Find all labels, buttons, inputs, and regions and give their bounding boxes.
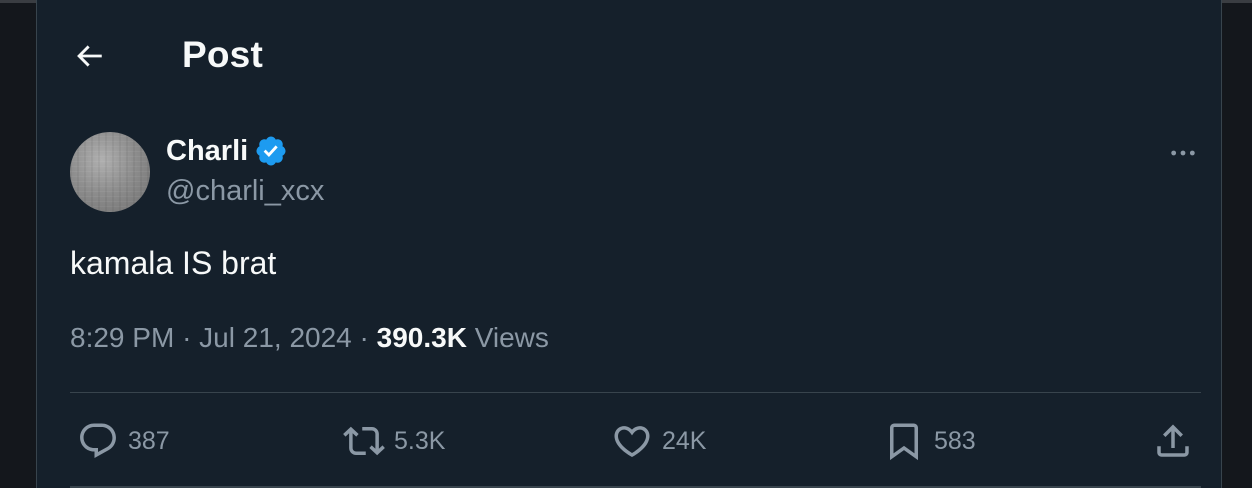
reply-button[interactable]: 387: [77, 414, 170, 468]
author-name[interactable]: Charli: [166, 135, 248, 168]
verified-badge-icon: [256, 136, 286, 166]
bookmark-icon: [890, 423, 918, 461]
views-label: Views: [474, 322, 549, 353]
post-meta: 8:29 PM · Jul 21, 2024 · 390.3K Views: [70, 322, 549, 354]
post-detail-panel: Post Charli @charli_xcx kamala IS brat 8…: [36, 0, 1222, 488]
like-count: 24K: [662, 426, 707, 455]
share-button[interactable]: [1152, 414, 1194, 468]
more-horizontal-icon: [1171, 150, 1195, 156]
divider: [70, 392, 1201, 393]
back-button[interactable]: [69, 36, 109, 76]
repost-button[interactable]: 5.3K: [343, 414, 445, 468]
action-bar: 387 5.3K 24K 583: [77, 414, 1203, 468]
repost-icon: [343, 426, 385, 456]
like-button[interactable]: 24K: [611, 414, 706, 468]
share-icon: [1157, 424, 1189, 457]
meta-separator: ·: [182, 322, 192, 353]
arrow-left-icon: [77, 45, 102, 67]
author-name-row: Charli: [166, 134, 288, 168]
more-options-button[interactable]: [1163, 136, 1203, 170]
post-header: Post: [37, 0, 1221, 110]
heart-icon: [614, 426, 650, 458]
post-time[interactable]: 8:29 PM: [70, 322, 174, 353]
post-date[interactable]: Jul 21, 2024: [199, 322, 352, 353]
meta-separator: ·: [359, 322, 369, 353]
bookmark-button[interactable]: 583: [883, 414, 976, 468]
bookmark-count: 583: [934, 426, 976, 455]
post-text: kamala IS brat: [70, 245, 277, 281]
reply-icon: [80, 423, 116, 458]
repost-count: 5.3K: [394, 426, 446, 455]
avatar[interactable]: [70, 132, 150, 212]
page-title: Post: [182, 34, 263, 75]
views-count: 390.3K: [376, 322, 467, 353]
reply-count: 387: [128, 426, 170, 455]
author-handle[interactable]: @charli_xcx: [166, 175, 324, 208]
